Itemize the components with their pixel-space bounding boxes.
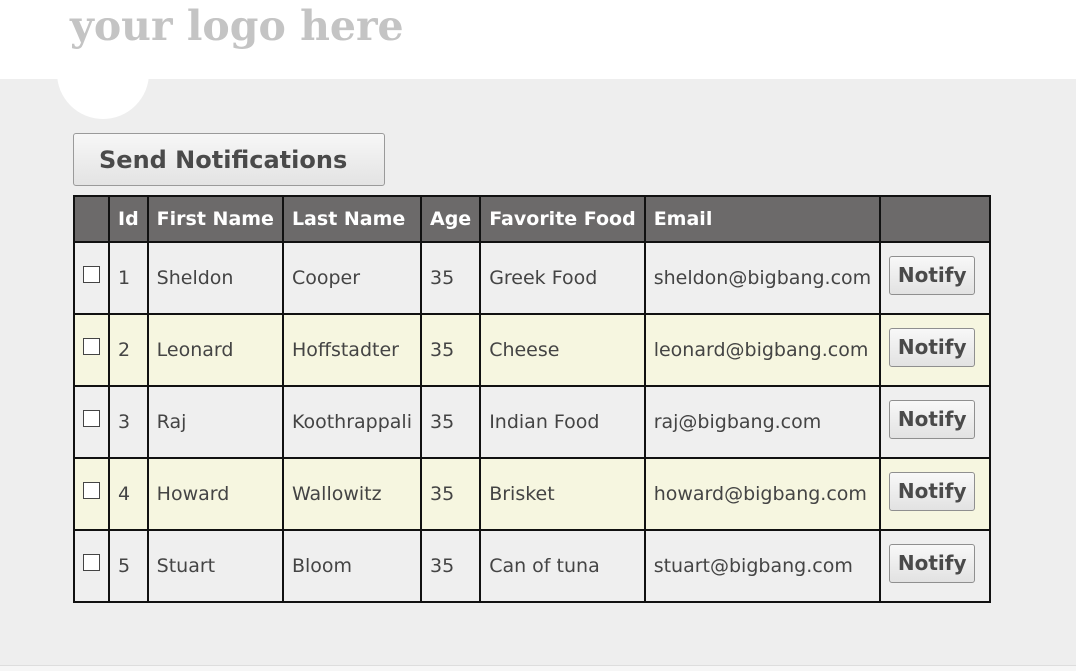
cell-last-name: Cooper — [281, 241, 422, 315]
bottom-divider — [0, 665, 1076, 671]
cell-favorite-food: Can of tuna — [479, 529, 646, 603]
notify-button[interactable]: Notify — [889, 255, 976, 295]
cell-favorite-food: Cheese — [479, 313, 646, 387]
cell-id: 5 — [108, 529, 149, 603]
cell-last-name: Bloom — [281, 529, 422, 603]
cell-action: Notify — [879, 457, 992, 531]
notify-button[interactable]: Notify — [889, 471, 976, 511]
send-notifications-button[interactable]: Send Notifications — [73, 133, 385, 186]
notify-button[interactable]: Notify — [889, 399, 976, 439]
row-checkbox[interactable] — [83, 338, 100, 355]
row-checkbox[interactable] — [83, 482, 100, 499]
column-header-last-name: Last Name — [281, 195, 422, 243]
column-header-favorite-food: Favorite Food — [479, 195, 646, 243]
cell-last-name: Wallowitz — [281, 457, 422, 531]
column-header-id: Id — [108, 195, 149, 243]
cell-email: howard@bigbang.com — [643, 457, 882, 531]
notify-button[interactable]: Notify — [889, 327, 976, 367]
row-select-cell — [73, 385, 110, 459]
cell-action: Notify — [879, 385, 992, 459]
cell-age: 35 — [419, 385, 482, 459]
cell-first-name: Stuart — [146, 529, 284, 603]
cell-action: Notify — [879, 313, 992, 387]
row-checkbox[interactable] — [83, 410, 100, 427]
cell-age: 35 — [419, 241, 482, 315]
notify-button[interactable]: Notify — [889, 543, 976, 583]
cell-favorite-food: Indian Food — [479, 385, 646, 459]
cell-email: stuart@bigbang.com — [643, 529, 882, 603]
table-header-row: Id First Name Last Name Age Favorite Foo… — [73, 195, 992, 243]
table-row: 3 Raj Koothrappali 35 Indian Food raj@bi… — [73, 385, 992, 459]
cell-email: leonard@bigbang.com — [643, 313, 882, 387]
column-header-select — [73, 195, 110, 243]
row-select-cell — [73, 313, 110, 387]
row-select-cell — [73, 529, 110, 603]
people-table: Id First Name Last Name Age Favorite Foo… — [73, 195, 992, 603]
cell-first-name: Sheldon — [146, 241, 284, 315]
cell-favorite-food: Brisket — [479, 457, 646, 531]
table-row: 5 Stuart Bloom 35 Can of tuna stuart@big… — [73, 529, 992, 603]
cell-id: 3 — [108, 385, 149, 459]
cell-id: 4 — [108, 457, 149, 531]
column-header-action — [879, 195, 992, 243]
column-header-age: Age — [419, 195, 482, 243]
table-row: 2 Leonard Hoffstadter 35 Cheese leonard@… — [73, 313, 992, 387]
cell-email: sheldon@bigbang.com — [643, 241, 882, 315]
column-header-first-name: First Name — [146, 195, 284, 243]
cell-age: 35 — [419, 313, 482, 387]
cell-first-name: Leonard — [146, 313, 284, 387]
table-row: 1 Sheldon Cooper 35 Greek Food sheldon@b… — [73, 241, 992, 315]
cell-favorite-food: Greek Food — [479, 241, 646, 315]
row-select-cell — [73, 241, 110, 315]
cell-last-name: Koothrappali — [281, 385, 422, 459]
cell-first-name: Raj — [146, 385, 284, 459]
cell-last-name: Hoffstadter — [281, 313, 422, 387]
cell-first-name: Howard — [146, 457, 284, 531]
cell-action: Notify — [879, 529, 992, 603]
row-select-cell — [73, 457, 110, 531]
row-checkbox[interactable] — [83, 266, 100, 283]
cell-age: 35 — [419, 529, 482, 603]
table-row: 4 Howard Wallowitz 35 Brisket howard@big… — [73, 457, 992, 531]
cell-email: raj@bigbang.com — [643, 385, 882, 459]
row-checkbox[interactable] — [83, 554, 100, 571]
cell-action: Notify — [879, 241, 992, 315]
logo: your logo here — [70, 2, 404, 50]
cell-id: 2 — [108, 313, 149, 387]
cell-id: 1 — [108, 241, 149, 315]
page-header: your logo here — [0, 0, 1076, 79]
column-header-email: Email — [643, 195, 882, 243]
cell-age: 35 — [419, 457, 482, 531]
